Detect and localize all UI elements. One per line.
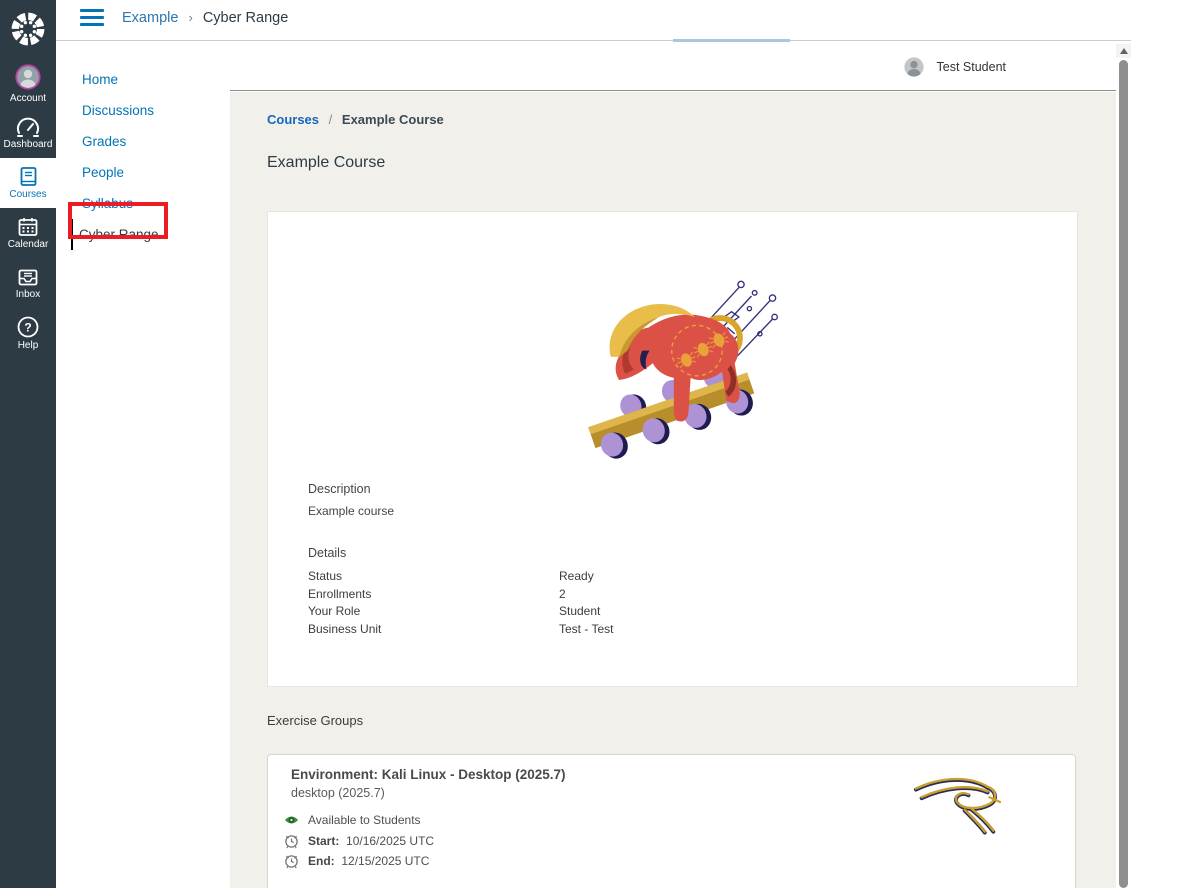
exercise-groups-heading: Exercise Groups: [267, 713, 363, 728]
end-date-text: End: 12/15/2025 UTC: [308, 854, 429, 868]
sidebar-item-inbox[interactable]: Inbox: [0, 258, 56, 308]
up-triangle-icon: [1120, 48, 1128, 54]
canvas-logo-icon: [9, 10, 47, 48]
sidebar-item-calendar[interactable]: Calendar: [0, 208, 56, 258]
tab-focus-indicator: [673, 39, 790, 42]
alarm-clock-icon: [284, 853, 299, 869]
course-nav-home[interactable]: Home: [82, 64, 118, 95]
course-nav-menu: Home Discussions Grades People Syllabus …: [56, 42, 230, 888]
calendar-icon: [17, 216, 39, 238]
detail-label: Business Unit: [308, 622, 381, 636]
global-nav-sidebar: Account Dashboard Courses Calend: [0, 0, 56, 888]
inbox-icon: [17, 266, 39, 288]
description-label: Description: [308, 482, 371, 496]
sidebar-item-label: Account: [10, 94, 46, 104]
account-avatar-icon: [13, 62, 43, 92]
detail-row-enrollments: Enrollments 2: [308, 587, 908, 605]
breadcrumb: Example › Cyber Range: [122, 10, 288, 26]
scrollbar-up-arrow[interactable]: [1116, 44, 1131, 58]
description-text: Example course: [308, 504, 394, 518]
course-nav-grades[interactable]: Grades: [82, 126, 126, 157]
course-nav-people[interactable]: People: [82, 157, 124, 188]
availability-row: Available to Students: [284, 813, 421, 827]
sidebar-item-label: Dashboard: [4, 140, 53, 150]
user-menu[interactable]: Test Student: [902, 55, 1007, 79]
trojan-horse-illustration: [573, 254, 783, 464]
start-date-text: Start: 10/16/2025 UTC: [308, 834, 434, 848]
sidebar-item-help[interactable]: ? Help: [0, 308, 56, 358]
detail-value: Test - Test: [559, 622, 613, 636]
course-overview-card: Description Example course Details Statu…: [267, 211, 1078, 687]
detail-value: 2: [559, 587, 566, 601]
breadcrumb-separator: ›: [188, 10, 192, 25]
course-nav-discussions[interactable]: Discussions: [82, 95, 154, 126]
breadcrumb-course-link[interactable]: Example: [122, 10, 178, 26]
detail-value: Student: [559, 604, 600, 618]
availability-text: Available to Students: [308, 813, 421, 827]
content-header-strip: Test Student: [230, 42, 1118, 91]
sidebar-item-label: Inbox: [16, 290, 40, 300]
detail-label: Status: [308, 569, 342, 583]
start-date-row: Start: 10/16/2025 UTC: [284, 833, 434, 849]
breadcrumb-current-page: Cyber Range: [203, 10, 288, 26]
course-nav-syllabus[interactable]: Syllabus: [82, 188, 133, 219]
breadcrumb-current-course: Example Course: [342, 112, 444, 127]
environment-title: Environment: Kali Linux - Desktop (2025.…: [291, 767, 566, 782]
alarm-clock-icon: [284, 833, 299, 849]
courses-breadcrumb-link[interactable]: Courses: [267, 112, 319, 127]
detail-label: Your Role: [308, 604, 360, 618]
dashboard-gauge-icon: [16, 116, 40, 138]
environment-subtitle: desktop (2025.7): [291, 786, 385, 800]
page-title: Example Course: [267, 154, 385, 172]
canvas-logo[interactable]: [0, 0, 56, 58]
sidebar-item-label: Calendar: [8, 240, 49, 250]
start-value: 10/16/2025 UTC: [346, 834, 434, 848]
sidebar-item-dashboard[interactable]: Dashboard: [0, 108, 56, 158]
user-name: Test Student: [937, 60, 1007, 74]
page-scrollbar[interactable]: [1116, 41, 1131, 888]
courses-book-icon: [17, 166, 39, 188]
eye-visible-icon: [284, 814, 299, 826]
end-label: End:: [308, 854, 338, 868]
top-header-bar: Example › Cyber Range: [56, 0, 1131, 41]
detail-row-your-role: Your Role Student: [308, 604, 908, 622]
svg-text:?: ?: [24, 321, 31, 335]
end-date-row: End: 12/15/2025 UTC: [284, 853, 429, 869]
help-question-icon: ?: [16, 315, 40, 339]
course-nav-cyber-range[interactable]: Cyber Range: [71, 219, 159, 250]
details-label: Details: [308, 546, 346, 560]
sidebar-item-label: Courses: [9, 190, 46, 200]
start-label: Start:: [308, 834, 343, 848]
end-value: 12/15/2025 UTC: [341, 854, 429, 868]
kali-linux-logo: [913, 771, 1001, 835]
sidebar-item-courses[interactable]: Courses: [0, 158, 56, 208]
exercise-group-card[interactable]: Environment: Kali Linux - Desktop (2025.…: [267, 754, 1076, 888]
content-breadcrumb: Courses / Example Course: [267, 112, 444, 127]
breadcrumb-slash: /: [329, 112, 333, 127]
detail-row-business-unit: Business Unit Test - Test: [308, 622, 908, 640]
hamburger-menu-icon[interactable]: [80, 9, 104, 29]
cyber-range-content-frame: Courses / Example Course Example Course: [230, 92, 1116, 888]
detail-value: Ready: [559, 569, 594, 583]
sidebar-item-account[interactable]: Account: [0, 58, 56, 108]
user-avatar: [902, 55, 926, 79]
scrollbar-thumb[interactable]: [1119, 60, 1128, 888]
detail-row-status: Status Ready: [308, 569, 908, 587]
detail-label: Enrollments: [308, 587, 371, 601]
sidebar-item-label: Help: [18, 341, 39, 351]
